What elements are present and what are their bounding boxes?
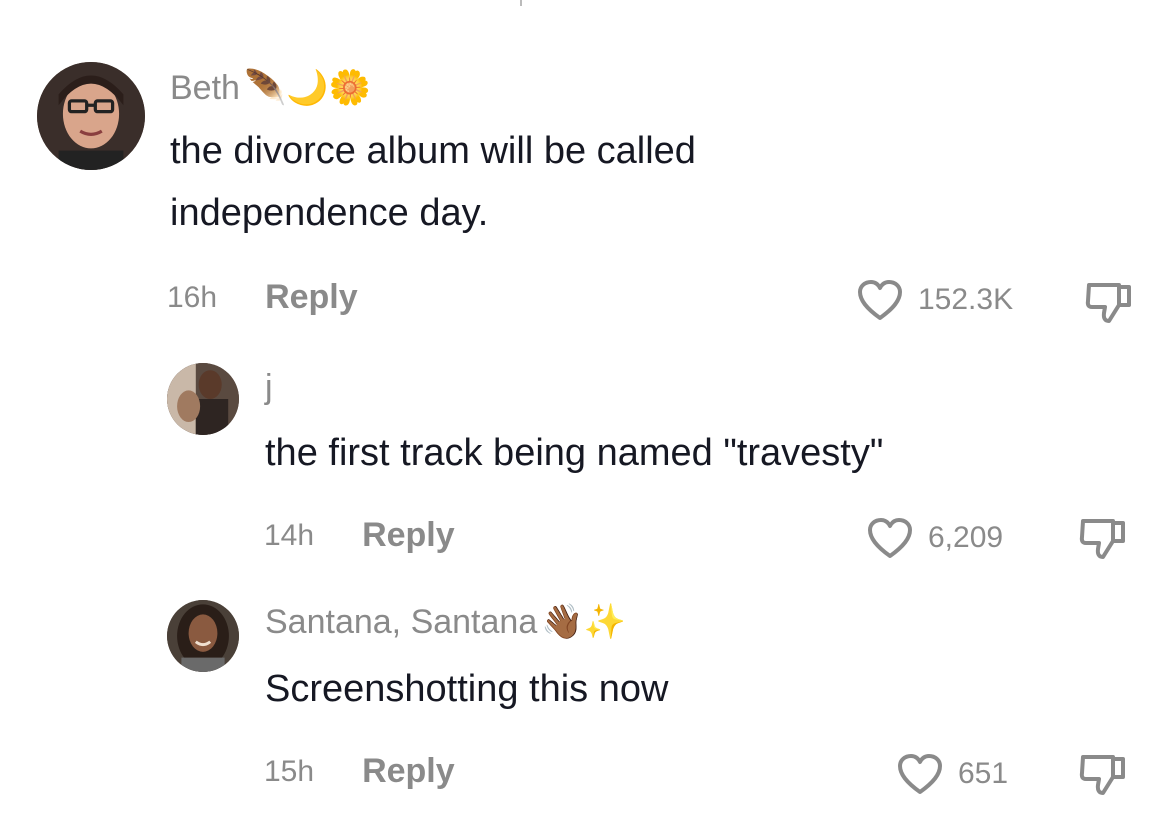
like-count: 152.3K <box>918 283 1014 316</box>
comment-text: the divorce album will be called indepen… <box>170 130 696 234</box>
comment-meta: 15h Reply <box>264 752 455 791</box>
avatar[interactable] <box>167 363 239 435</box>
avatar-image <box>167 363 239 435</box>
comment-timestamp: 16h <box>167 280 218 314</box>
comment-username[interactable]: Santana, Santana 👋🏾✨ <box>265 602 626 642</box>
reply-button[interactable]: Reply <box>362 752 455 791</box>
reply-button[interactable]: Reply <box>265 278 358 317</box>
thumbs-down-icon[interactable] <box>1077 751 1129 797</box>
comment-text: Screenshotting this now <box>265 668 669 710</box>
comment-text: the first track being named "travesty" <box>265 432 884 474</box>
comment-timestamp: 15h <box>264 754 315 788</box>
like-count: 6,209 <box>928 521 1004 554</box>
comment-item: Santana, Santana 👋🏾✨ Screenshotting this… <box>0 590 1169 829</box>
heart-outline-icon <box>866 516 914 560</box>
avatar[interactable] <box>167 600 239 672</box>
avatar[interactable] <box>37 62 145 170</box>
like-button[interactable]: 6,209 <box>866 516 1003 560</box>
comment-meta: 16h Reply <box>167 278 358 317</box>
comment-username[interactable]: Beth 🪶🌙🌼 <box>170 68 371 108</box>
username-emojis: 👋🏾✨ <box>541 602 626 642</box>
comment-username[interactable]: j <box>265 368 277 407</box>
avatar-image <box>37 62 145 170</box>
like-count: 651 <box>958 757 1009 790</box>
username-emojis: 🪶🌙🌼 <box>243 68 371 108</box>
like-button[interactable]: 152.3K <box>856 278 1013 322</box>
comment-item: j the first track being named "travesty"… <box>0 350 1169 580</box>
avatar-image <box>167 600 239 672</box>
comment-timestamp: 14h <box>264 518 315 552</box>
thumbs-down-icon[interactable] <box>1083 279 1135 325</box>
heart-outline-icon <box>896 752 944 796</box>
heart-outline-icon <box>856 278 904 322</box>
reply-button[interactable]: Reply <box>362 516 455 555</box>
comment-item: Beth 🪶🌙🌼 the divorce album will be calle… <box>0 0 1169 340</box>
thumbs-down-icon[interactable] <box>1077 515 1129 561</box>
like-button[interactable]: 651 <box>896 752 1008 796</box>
comment-meta: 14h Reply <box>264 516 455 555</box>
